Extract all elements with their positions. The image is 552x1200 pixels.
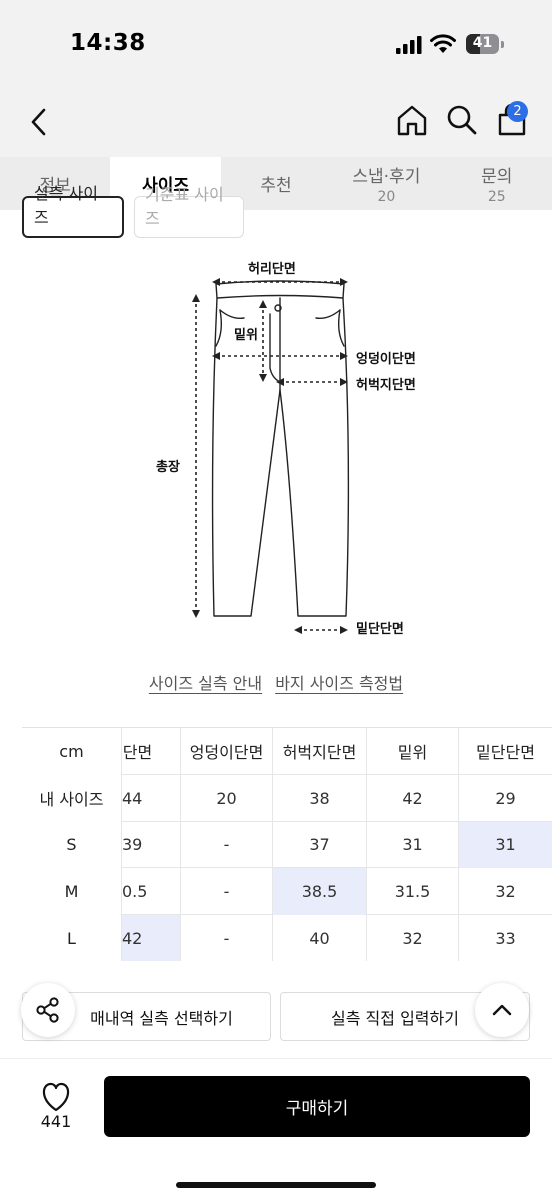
size-table: cm 리단면 엉덩이단면 허벅지단면 밑위 밑단단면 내 사이즈 44 20 3… [22, 727, 552, 961]
table-cell: 38 [272, 774, 366, 822]
table-cell-highlighted: 42 [122, 915, 180, 961]
table-cell: 29 [458, 774, 552, 822]
tab-snap-review[interactable]: 스냅·후기 20 [331, 157, 441, 210]
chip-standard-size[interactable]: 기준표 사이즈 [134, 185, 244, 238]
tab-count: 25 [487, 189, 506, 205]
tab-inquiry[interactable]: 문의 25 [442, 157, 552, 210]
table-cell-highlighted: 38.5 [272, 868, 366, 916]
battery-level: 41 [472, 35, 493, 51]
battery-icon: 41 [466, 34, 504, 54]
chevron-up-icon [492, 1004, 512, 1016]
table-row: 내 사이즈 44 20 38 42 29 [22, 774, 552, 822]
cart-count-badge: 2 [507, 101, 528, 122]
nav-header [0, 90, 552, 157]
column-header: 밑위 [366, 728, 458, 775]
table-cell: - [180, 915, 272, 961]
column-header: 엉덩이단면 [180, 728, 272, 775]
chevron-left-icon[interactable] [24, 104, 56, 140]
status-bar: 14:38 41 [0, 0, 552, 90]
table-cell: - [180, 821, 272, 869]
table-cell: - [180, 868, 272, 916]
cellular-signal-icon [396, 36, 422, 54]
status-time: 14:38 [70, 30, 146, 56]
scroll-top-button[interactable] [475, 983, 529, 1037]
table-cell: 37 [272, 821, 366, 869]
label-waist: 허리단면 [248, 262, 296, 277]
row-label: S [22, 821, 122, 869]
pants-outline-illustration [192, 278, 350, 634]
search-icon[interactable] [444, 102, 480, 138]
like-count: 441 [40, 1112, 72, 1131]
tab-label: 문의 [481, 167, 513, 187]
table-cell: 44 [122, 788, 143, 808]
tab-count: 20 [377, 189, 396, 205]
share-button[interactable] [21, 983, 75, 1037]
table-cell: 40 [272, 915, 366, 961]
chip-label: 기준표 사이즈 [145, 185, 224, 228]
chip-actual-size[interactable]: 실측 사이즈 [22, 184, 124, 238]
label-thigh: 허벅지단면 [356, 378, 416, 393]
button-label: 매내역 실측 선택하기 [90, 1008, 233, 1028]
tab-label: 추천 [260, 176, 292, 196]
button-label: 구매하기 [285, 1099, 349, 1119]
table-cell-highlighted: 31 [458, 821, 552, 869]
wifi-icon [430, 34, 456, 53]
pants-measurement-diagram: 허리단면 밑위 엉덩이단면 허벅지단면 총장 밑단단면 [140, 250, 440, 650]
label-length: 총장 [156, 460, 180, 475]
row-label: M [22, 868, 122, 916]
table-cell: 32 [366, 915, 458, 961]
row-label: 내 사이즈 [22, 774, 122, 822]
table-cell: 31.5 [366, 868, 458, 916]
table-cell: 33 [458, 915, 552, 961]
table-cell: 20 [180, 774, 272, 822]
label-hem: 밑단단면 [356, 622, 404, 637]
table-row: M 0.5 - 38.5 31.5 32 [22, 868, 552, 916]
table-cell: 31 [366, 821, 458, 869]
table-cell: 32 [458, 868, 552, 916]
pants-measure-link[interactable]: 바지 사이즈 측정법 [275, 674, 403, 693]
home-indicator [176, 1182, 376, 1188]
table-row: L 42 - 40 32 33 [22, 915, 552, 961]
column-header: 밑단단면 [458, 728, 552, 775]
share-icon [36, 997, 59, 1023]
table-cell: 0.5 [122, 882, 148, 902]
size-guide-link[interactable]: 사이즈 실측 안내 [149, 674, 262, 693]
button-label: 실측 직접 입력하기 [331, 1008, 459, 1028]
column-header: 리단면 [122, 743, 153, 763]
unit-header: cm [22, 728, 122, 775]
table-header-row: cm 리단면 엉덩이단면 허벅지단면 밑위 밑단단면 [22, 728, 552, 775]
table-cell: 39 [122, 835, 143, 855]
heart-icon[interactable] [30, 1079, 82, 1113]
column-header: 허벅지단면 [272, 728, 366, 775]
chip-label: 실측 사이즈 [34, 184, 98, 227]
tab-label: 스냅·후기 [352, 167, 421, 187]
table-row: S 39 - 37 31 31 [22, 821, 552, 869]
home-icon[interactable] [394, 102, 430, 138]
buy-button[interactable]: 구매하기 [104, 1076, 530, 1137]
label-hip: 엉덩이단면 [356, 352, 416, 367]
guide-links: 사이즈 실측 안내 바지 사이즈 측정법 [0, 670, 552, 694]
row-label: L [22, 915, 122, 961]
table-cell: 42 [366, 774, 458, 822]
label-rise: 밑위 [234, 328, 258, 343]
